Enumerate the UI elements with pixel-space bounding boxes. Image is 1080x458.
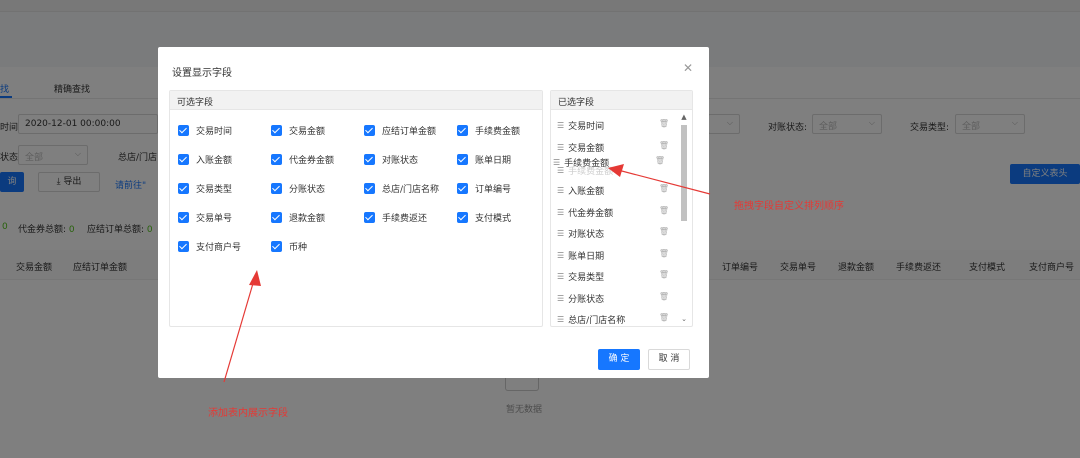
drag-arrow-line	[617, 169, 711, 195]
add-hint-annotation: 添加表内展示字段	[208, 408, 288, 419]
add-arrow-head	[249, 270, 261, 286]
annotation-arrows	[223, 164, 711, 383]
drag-hint-annotation: 拖拽字段自定义排列顺序	[734, 201, 844, 212]
drag-arrow-head	[608, 164, 624, 177]
add-arrow-line	[223, 279, 255, 383]
